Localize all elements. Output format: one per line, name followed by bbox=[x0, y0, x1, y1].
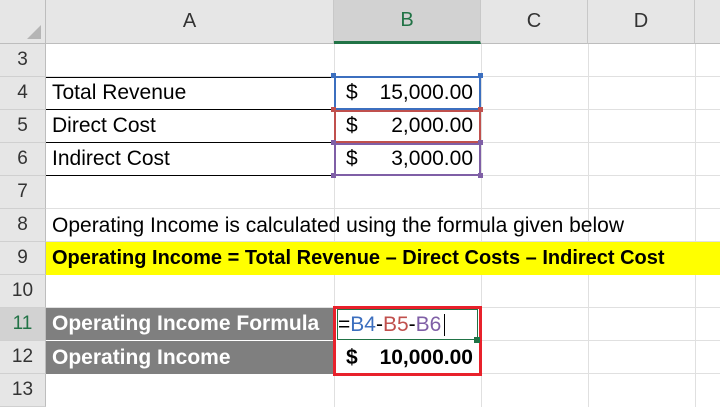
reference-handle[interactable] bbox=[478, 107, 483, 112]
row-header-label: 4 bbox=[17, 82, 28, 103]
cell-a6[interactable]: Indirect Cost bbox=[46, 143, 334, 176]
reference-handle[interactable] bbox=[331, 107, 336, 112]
row-header-11[interactable]: 11 bbox=[0, 308, 46, 341]
cell-a8[interactable]: Operating Income is calculated using the… bbox=[46, 209, 706, 242]
column-header-label: A bbox=[182, 10, 197, 32]
reference-outline-b4 bbox=[334, 76, 481, 110]
active-cell-border bbox=[337, 309, 478, 340]
reference-handle[interactable] bbox=[478, 140, 483, 145]
formula-label: Operating Income Formula bbox=[52, 312, 320, 335]
reference-handle[interactable] bbox=[478, 73, 483, 78]
cell-a5[interactable]: Direct Cost bbox=[46, 110, 334, 143]
reference-handle[interactable] bbox=[331, 173, 336, 178]
select-all-corner[interactable] bbox=[0, 0, 46, 44]
row-header-9[interactable]: 9 bbox=[0, 242, 46, 275]
row-header-5[interactable]: 5 bbox=[0, 110, 46, 143]
column-header-a[interactable]: A bbox=[46, 0, 334, 44]
row-header-13[interactable]: 13 bbox=[0, 374, 46, 407]
row-header-label: 13 bbox=[11, 379, 34, 400]
reference-outline-b6 bbox=[334, 143, 481, 176]
result-label: Operating Income bbox=[52, 345, 231, 369]
formula-statement-text: Operating Income = Total Revenue – Direc… bbox=[52, 247, 665, 269]
row-header-label: 8 bbox=[17, 214, 28, 235]
reference-handle[interactable] bbox=[331, 73, 336, 78]
row-header-6[interactable]: 6 bbox=[0, 143, 46, 176]
cell-a9[interactable]: Operating Income = Total Revenue – Direc… bbox=[46, 242, 720, 275]
row-header-8[interactable]: 8 bbox=[0, 209, 46, 242]
column-header-d[interactable]: D bbox=[588, 0, 695, 44]
select-all-icon bbox=[27, 25, 41, 39]
row-header-label: 7 bbox=[17, 181, 28, 202]
row-header-label: 11 bbox=[12, 313, 33, 334]
row-label: Indirect Cost bbox=[52, 147, 170, 170]
cell-a4[interactable]: Total Revenue bbox=[46, 77, 334, 110]
column-header-c[interactable]: C bbox=[481, 0, 588, 44]
reference-outline-b5 bbox=[334, 110, 481, 143]
row-header-7[interactable]: 7 bbox=[0, 176, 46, 209]
description-text: Operating Income is calculated using the… bbox=[52, 213, 624, 237]
row-label: Direct Cost bbox=[52, 114, 156, 137]
row-header-3[interactable]: 3 bbox=[0, 44, 46, 77]
row-header-label: 12 bbox=[11, 346, 34, 367]
row-header-12[interactable]: 12 bbox=[0, 341, 46, 374]
row-header-label: 9 bbox=[17, 247, 28, 268]
fill-handle[interactable] bbox=[474, 337, 480, 343]
column-header-label: D bbox=[633, 10, 649, 32]
cell-a12[interactable]: Operating Income bbox=[46, 341, 334, 374]
reference-handle[interactable] bbox=[478, 173, 483, 178]
column-header-b[interactable]: B bbox=[334, 0, 481, 44]
spreadsheet-grid[interactable]: A B C D 3 4 5 6 7 8 9 10 11 12 13 Total … bbox=[0, 0, 720, 407]
row-header-label: 10 bbox=[11, 280, 34, 301]
column-header-e[interactable] bbox=[695, 0, 720, 44]
row-header-10[interactable]: 10 bbox=[0, 275, 46, 308]
column-header-label: C bbox=[526, 10, 542, 32]
column-header-label: B bbox=[400, 9, 414, 31]
row-header-4[interactable]: 4 bbox=[0, 77, 46, 110]
row-header-label: 5 bbox=[17, 115, 28, 136]
row-header-label: 6 bbox=[17, 148, 28, 169]
cell-a11[interactable]: Operating Income Formula bbox=[46, 308, 334, 341]
row-header-label: 3 bbox=[17, 49, 28, 70]
reference-handle[interactable] bbox=[331, 140, 336, 145]
row-label: Total Revenue bbox=[52, 81, 187, 104]
